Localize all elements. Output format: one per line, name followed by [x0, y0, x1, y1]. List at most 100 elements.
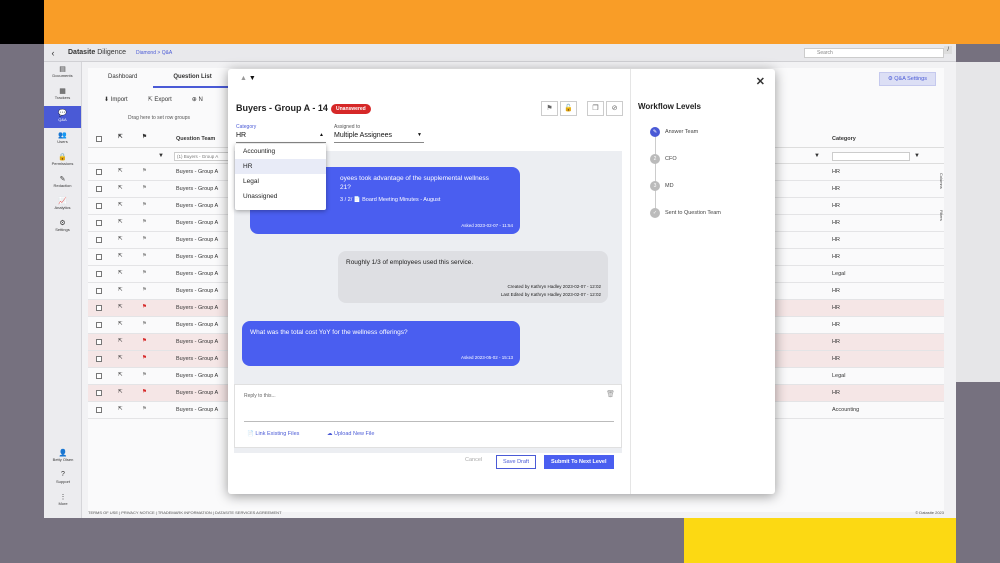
flag-icon[interactable]: ⚑	[142, 389, 147, 395]
col-question-team[interactable]: Question Team	[176, 136, 215, 142]
flag-icon[interactable]: ⚑	[142, 372, 147, 378]
flag-icon[interactable]: ⚑	[142, 185, 147, 191]
rail-item-support[interactable]: ? Support	[44, 468, 82, 490]
rail-item-settings[interactable]: ⚙ Settings	[44, 216, 81, 238]
row-checkbox[interactable]	[96, 407, 102, 413]
flag-icon[interactable]: ⚑	[142, 253, 147, 259]
prev-arrow-icon[interactable]: ▲	[240, 75, 247, 82]
assignee-select[interactable]: Multiple Assignees ▼	[334, 132, 424, 143]
row-checkbox[interactable]	[96, 339, 102, 345]
row-checkbox[interactable]	[96, 373, 102, 379]
category-option[interactable]: Legal	[235, 174, 326, 189]
open-icon[interactable]: ⇱	[118, 321, 123, 327]
flag-icon[interactable]: ⚑	[142, 236, 147, 242]
row-checkbox[interactable]	[96, 203, 102, 209]
rail-item-permissions[interactable]: 🔒 Permissions	[44, 150, 81, 172]
reply-input[interactable]: Reply to this...	[244, 393, 276, 399]
export-button[interactable]: ⇱ Export	[148, 96, 172, 103]
flag-icon[interactable]: ⚑	[142, 202, 147, 208]
flag-icon[interactable]: ⚑	[142, 287, 147, 293]
submit-next-level-button[interactable]: Submit To Next Level	[544, 455, 614, 469]
category-option[interactable]: Unassigned	[235, 189, 326, 204]
qa-settings-button[interactable]: ⚙ Q&A Settings	[878, 72, 936, 86]
filters-toggle[interactable]: Filters	[939, 210, 944, 221]
search-input[interactable]: Search	[804, 48, 944, 58]
breadcrumb[interactable]: Diamond > Q&A	[136, 50, 172, 56]
row-checkbox[interactable]	[96, 186, 102, 192]
reply-box[interactable]: Reply to this... 🗑 📄 Link Existing Files…	[234, 384, 622, 448]
row-checkbox[interactable]	[96, 237, 102, 243]
open-icon[interactable]: ⇱	[118, 236, 123, 242]
cancel-button[interactable]: Cancel	[465, 457, 482, 463]
rail-item-qa[interactable]: 💬 Q&A	[44, 106, 81, 128]
row-checkbox[interactable]	[96, 169, 102, 175]
row-checkbox[interactable]	[96, 390, 102, 396]
flag-icon[interactable]: ⚑	[142, 338, 147, 344]
open-icon[interactable]: ⇱	[118, 355, 123, 361]
next-arrow-icon[interactable]: ▼	[249, 75, 256, 82]
upload-file-button[interactable]: ☁ Upload New File	[327, 431, 374, 437]
rail-item-analytics[interactable]: 📈 Analytics	[44, 194, 81, 216]
flag-icon[interactable]: ⚑	[142, 355, 147, 361]
row-checkbox[interactable]	[96, 322, 102, 328]
rail-item-more[interactable]: ⋮ More	[44, 490, 82, 512]
rail-item-bettyolsen[interactable]: 👤 Betty Olsen	[44, 446, 82, 468]
tab-dashboard[interactable]: Dashboard	[88, 68, 153, 88]
open-icon[interactable]: ⇱	[118, 406, 123, 412]
row-checkbox[interactable]	[96, 305, 102, 311]
rail-item-trackers[interactable]: ▦ Trackers	[44, 84, 81, 106]
category-filter-input[interactable]	[832, 152, 910, 161]
hide-icon[interactable]: ⊘	[606, 101, 623, 116]
select-all-checkbox[interactable]	[96, 136, 102, 142]
link-files-button[interactable]: 📄 Link Existing Files	[247, 431, 299, 437]
flag-icon[interactable]: ⚑	[142, 304, 147, 310]
import-button[interactable]: ⬇ Import	[104, 96, 128, 103]
tab-question-list[interactable]: Question List	[153, 68, 228, 88]
row-category: HR	[832, 305, 840, 311]
open-icon[interactable]: ⇱	[118, 372, 123, 378]
rail-item-users[interactable]: 👥 Users	[44, 128, 81, 150]
flag-icon[interactable]: ⚑	[142, 321, 147, 327]
row-checkbox[interactable]	[96, 254, 102, 260]
prev-next-arrows[interactable]: ▲ ▼	[240, 75, 256, 82]
lock-icon[interactable]: 🔓	[560, 101, 577, 116]
filter-icon[interactable]: ▼	[914, 153, 920, 159]
rail-item-documents[interactable]: ▤ Documents	[44, 62, 81, 84]
new-button[interactable]: ⊕ N	[192, 96, 203, 103]
filter-icon[interactable]: ▼	[158, 153, 164, 159]
flag-icon[interactable]: ⚑	[142, 219, 147, 225]
open-icon[interactable]: ⇱	[118, 219, 123, 225]
category-option[interactable]: HR	[235, 159, 326, 174]
filter-icon[interactable]: ▼	[814, 153, 820, 159]
rail-item-label: Documents	[52, 73, 73, 78]
open-icon[interactable]: ⇱	[118, 253, 123, 259]
row-checkbox[interactable]	[96, 271, 102, 277]
flag-icon[interactable]: ⚑	[142, 406, 147, 412]
rail-item-redaction[interactable]: ✎ Redaction	[44, 172, 81, 194]
footer-links[interactable]: TERMS OF USE | PRIVACY NOTICE | TRADEMAR…	[88, 508, 282, 518]
flag-icon[interactable]: ⚑	[142, 168, 147, 174]
category-select[interactable]: HR ▲	[236, 132, 326, 143]
flag-icon[interactable]: ⚑	[142, 270, 147, 276]
save-draft-button[interactable]: Save Draft	[496, 455, 536, 469]
back-icon[interactable]: ‹	[44, 48, 62, 58]
row-checkbox[interactable]	[96, 356, 102, 362]
columns-toggle[interactable]: Columns	[939, 173, 944, 189]
open-icon[interactable]: ⇱	[118, 287, 123, 293]
category-option[interactable]: Accounting	[235, 144, 326, 159]
row-team: Buyers - Group A	[176, 356, 219, 362]
trash-icon[interactable]: 🗑	[606, 390, 615, 398]
open-icon[interactable]: ⇱	[118, 202, 123, 208]
copy-icon[interactable]: ❐	[587, 101, 604, 116]
open-icon[interactable]: ⇱	[118, 168, 123, 174]
open-icon[interactable]: ⇱	[118, 270, 123, 276]
open-icon[interactable]: ⇱	[118, 389, 123, 395]
open-icon[interactable]: ⇱	[118, 185, 123, 191]
flag-icon[interactable]: ⚑	[541, 101, 558, 116]
row-checkbox[interactable]	[96, 220, 102, 226]
open-icon[interactable]: ⇱	[118, 338, 123, 344]
row-checkbox[interactable]	[96, 288, 102, 294]
col-category[interactable]: Category	[832, 136, 856, 142]
team-filter-input[interactable]: (1) Buyers - Group A	[174, 152, 234, 161]
open-icon[interactable]: ⇱	[118, 304, 123, 310]
